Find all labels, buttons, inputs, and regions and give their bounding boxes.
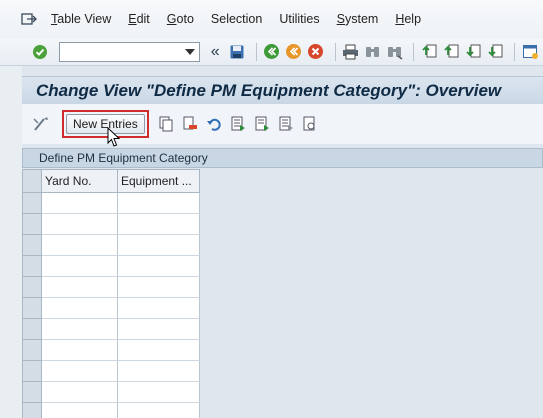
table-row xyxy=(22,340,200,361)
enter-icon[interactable] xyxy=(31,43,49,61)
yard-no-cell[interactable] xyxy=(42,382,118,403)
table-row xyxy=(22,256,200,277)
first-page-icon[interactable] xyxy=(420,43,438,61)
save-icon[interactable] xyxy=(228,43,246,61)
last-page-icon[interactable] xyxy=(486,43,504,61)
standard-toolbar: « xyxy=(0,38,543,66)
page-title: Change View "Define PM Equipment Categor… xyxy=(36,80,502,100)
undo-change-icon[interactable] xyxy=(205,115,223,133)
menu-table-view[interactable]: Table View xyxy=(51,12,111,26)
yard-no-cell[interactable] xyxy=(42,319,118,340)
equipment-cell[interactable] xyxy=(118,235,200,256)
print-field-list-icon[interactable] xyxy=(301,115,319,133)
row-selector[interactable] xyxy=(22,340,42,361)
back-icon[interactable] xyxy=(263,43,281,61)
yard-no-cell[interactable] xyxy=(42,340,118,361)
yard-no-cell[interactable] xyxy=(42,361,118,382)
row-selector[interactable] xyxy=(22,403,42,418)
yard-no-cell[interactable] xyxy=(42,298,118,319)
print-icon[interactable] xyxy=(342,43,360,61)
command-input[interactable] xyxy=(59,42,178,61)
row-selector[interactable] xyxy=(22,256,42,277)
menu-goto[interactable]: Goto xyxy=(167,12,194,26)
table-row xyxy=(22,382,200,403)
yard-no-cell[interactable] xyxy=(42,277,118,298)
equipment-cell[interactable] xyxy=(118,277,200,298)
new-entries-highlight: New Entries xyxy=(62,110,149,138)
table-control-title: Define PM Equipment Category xyxy=(22,148,543,168)
create-session-icon[interactable] xyxy=(521,43,539,61)
row-selector[interactable] xyxy=(22,382,42,403)
toolbar-separator xyxy=(514,42,516,61)
equipment-cell[interactable] xyxy=(118,298,200,319)
menu-exit-icon[interactable] xyxy=(21,12,37,26)
table-row xyxy=(22,235,200,256)
find-icon[interactable] xyxy=(364,43,382,61)
table-row xyxy=(22,277,200,298)
chevron-down-icon[interactable] xyxy=(185,48,196,55)
equipment-cell[interactable] xyxy=(118,382,200,403)
exit-icon[interactable] xyxy=(285,43,303,61)
table-row xyxy=(22,214,200,235)
previous-page-icon[interactable] xyxy=(442,43,460,61)
equipment-cell[interactable] xyxy=(118,340,200,361)
table-row xyxy=(22,319,200,340)
cancel-icon[interactable] xyxy=(307,43,325,61)
yard-no-cell[interactable] xyxy=(42,193,118,214)
menu-selection[interactable]: Selection xyxy=(211,12,262,26)
table-row xyxy=(22,361,200,382)
table-row xyxy=(22,298,200,319)
toolbar-separator xyxy=(256,42,258,61)
toolbar-separator xyxy=(334,42,336,61)
row-selector[interactable] xyxy=(22,193,42,214)
yard-no-cell[interactable] xyxy=(42,256,118,277)
select-all-icon[interactable] xyxy=(229,115,247,133)
entries-table: Yard No. Equipment ... xyxy=(22,169,200,418)
select-all-cell[interactable] xyxy=(22,169,42,193)
collapse-command-icon[interactable]: « xyxy=(206,43,224,61)
application-toolbar: New Entries xyxy=(22,104,543,144)
row-selector[interactable] xyxy=(22,277,42,298)
column-header-equipment[interactable]: Equipment ... xyxy=(118,169,200,193)
row-selector[interactable] xyxy=(22,214,42,235)
yard-no-cell[interactable] xyxy=(42,214,118,235)
copy-as-icon[interactable] xyxy=(157,115,175,133)
row-selector[interactable] xyxy=(22,235,42,256)
command-field[interactable] xyxy=(58,41,201,62)
yard-no-cell[interactable] xyxy=(42,235,118,256)
screen-title-bar: Change View "Define PM Equipment Categor… xyxy=(22,76,543,104)
select-block-icon[interactable] xyxy=(253,115,271,133)
deselect-all-icon[interactable] xyxy=(277,115,295,133)
column-header-yard-no[interactable]: Yard No. xyxy=(42,169,118,193)
delete-icon[interactable] xyxy=(181,115,199,133)
toolbar-separator xyxy=(413,42,415,61)
equipment-cell[interactable] xyxy=(118,403,200,418)
left-margin xyxy=(0,66,22,418)
menu-system[interactable]: System xyxy=(337,12,379,26)
menu-utilities[interactable]: Utilities xyxy=(279,12,319,26)
equipment-cell[interactable] xyxy=(118,214,200,235)
next-page-icon[interactable] xyxy=(464,43,482,61)
menu-bar: Table View Edit Goto Selection Utilities… xyxy=(0,0,543,38)
table-header-row: Yard No. Equipment ... xyxy=(22,169,200,193)
row-selector[interactable] xyxy=(22,298,42,319)
equipment-cell[interactable] xyxy=(118,193,200,214)
find-next-icon[interactable] xyxy=(386,43,404,61)
yard-no-cell[interactable] xyxy=(42,403,118,418)
equipment-cell[interactable] xyxy=(118,256,200,277)
equipment-cell[interactable] xyxy=(118,319,200,340)
row-selector[interactable] xyxy=(22,319,42,340)
display-change-icon[interactable] xyxy=(32,115,50,133)
new-entries-button[interactable]: New Entries xyxy=(66,114,145,134)
equipment-cell[interactable] xyxy=(118,361,200,382)
menu-help[interactable]: Help xyxy=(395,12,421,26)
mouse-pointer-icon xyxy=(107,127,121,147)
row-selector[interactable] xyxy=(22,361,42,382)
table-row xyxy=(22,403,200,418)
table-row xyxy=(22,193,200,214)
menu-edit[interactable]: Edit xyxy=(128,12,150,26)
